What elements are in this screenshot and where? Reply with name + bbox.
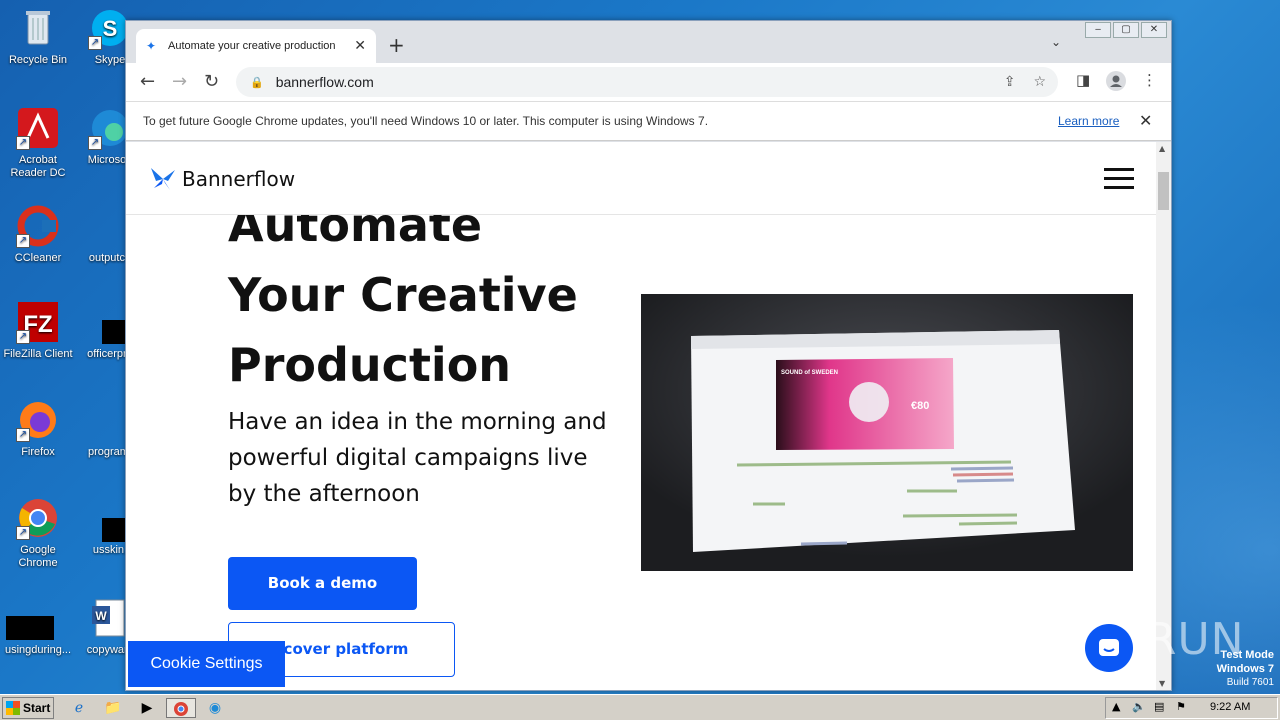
shortcut-arrow-icon: ↗ (16, 330, 30, 344)
hero-subtext: Have an idea in the morning and powerful… (228, 409, 607, 507)
back-arrow-icon[interactable]: ← (140, 71, 155, 92)
test-mode-label: Test Mode Windows 7 Build 7601 (1217, 648, 1274, 690)
infobar-close-icon[interactable]: ✕ (1139, 111, 1152, 131)
forward-arrow-icon[interactable]: → (172, 71, 187, 92)
desktop-icon-label: Skype (94, 54, 126, 66)
start-label: Start (23, 701, 51, 715)
headline-line-3: Production (228, 338, 512, 392)
desktop-icon-label: usingduring... (4, 644, 72, 656)
product-screenshot-image: SOUND of SWEDEN €80 (641, 294, 1133, 571)
firefox-icon: ↗ (16, 398, 60, 442)
shortcut-arrow-icon: ↗ (88, 36, 102, 50)
desktop-icon-usingduring[interactable]: usingduring... (0, 596, 76, 657)
tab-close-icon[interactable]: ✕ (354, 38, 366, 54)
brand-name: Bannerflow (182, 167, 296, 191)
file-explorer-icon[interactable]: 📁 (102, 698, 124, 718)
os-text: Windows 7 (1216, 663, 1274, 675)
banner-price-text: €80 (911, 400, 929, 412)
anyrun-watermark: ANY RUN (1038, 614, 1245, 665)
start-button[interactable]: Start (2, 697, 54, 719)
desktop-icon-chrome[interactable]: ↗ Google Chrome (0, 496, 76, 570)
tab-search-chevron-icon[interactable]: ⌄ (1051, 35, 1061, 49)
desktop-icon-filezilla[interactable]: FZ ↗ FileZilla Client (0, 300, 76, 361)
build-text: Build 7601 (1226, 677, 1274, 688)
windows-logo-icon (6, 701, 20, 715)
bannerflow-logo[interactable]: Bannerflow (148, 164, 295, 194)
network-icon[interactable]: ▤ (1154, 700, 1164, 713)
bannerflow-favicon-icon: ✦ (146, 39, 157, 53)
bookmark-star-icon[interactable]: ☆ (1033, 74, 1046, 90)
scroll-up-arrow-icon[interactable]: ▲ (1159, 144, 1165, 153)
acrobat-icon: ↗ (16, 106, 60, 150)
shortcut-arrow-icon: ↗ (16, 136, 30, 150)
internet-explorer-icon[interactable]: ℯ (68, 698, 90, 718)
ccleaner-icon: ↗ (16, 204, 60, 248)
hero-headline: Automate Your Creative Production (228, 190, 678, 400)
minimize-button[interactable]: ‒ (1085, 22, 1111, 38)
scroll-down-arrow-icon[interactable]: ▼ (1159, 679, 1165, 688)
filezilla-icon: FZ ↗ (16, 300, 60, 344)
chrome-taskbar-icon[interactable] (166, 698, 196, 718)
desktop-icon-label: Recycle Bin (8, 54, 68, 66)
page-scrollbar[interactable]: ▲ ▼ (1156, 142, 1171, 690)
desktop-icon-firefox[interactable]: ↗ Firefox (0, 398, 76, 459)
desktop-icon-label: FileZilla Client (3, 348, 73, 360)
file-icon (6, 596, 60, 640)
svg-text:S: S (103, 16, 118, 41)
scrollbar-thumb[interactable] (1158, 172, 1169, 210)
hamburger-menu-icon[interactable] (1104, 168, 1134, 195)
svg-text:W: W (95, 609, 107, 623)
side-panel-icon[interactable]: ◨ (1076, 71, 1090, 89)
browser-toolbar: ← → ↻ 🔒 bannerflow.com ⇪ ☆ ◨ ⋮ (126, 63, 1171, 101)
infobar-message: To get future Google Chrome updates, you… (143, 114, 709, 128)
learn-more-link[interactable]: Learn more (1058, 114, 1119, 128)
system-tray: ▲ 🔈 ▤ ⚑ 9:22 AM (1105, 697, 1278, 719)
tab-active[interactable]: ✦ Automate your creative production ✕ (136, 29, 376, 63)
maximize-button[interactable]: ▢ (1113, 22, 1139, 38)
desktop-icon-label: Google Chrome (18, 544, 58, 569)
taskbar: Start ℯ 📁 ▶ ◉ ▲ 🔈 ▤ ⚑ 9:22 AM (0, 694, 1280, 720)
banner-brand-text: SOUND of SWEDEN (781, 370, 838, 376)
menu-kebab-icon[interactable]: ⋮ (1142, 71, 1157, 89)
desktop-icon-label: Firefox (21, 446, 55, 458)
clock[interactable]: 9:22 AM (1210, 701, 1250, 713)
chat-widget-icon[interactable] (1085, 624, 1133, 672)
desktop-icon-label: Acrobat Reader DC (10, 154, 66, 179)
media-player-icon[interactable]: ▶ (136, 698, 158, 718)
recycle-bin-icon (16, 6, 60, 50)
action-center-flag-icon[interactable]: ⚑ (1176, 700, 1186, 713)
desktop-icon-label: CCleaner (14, 252, 62, 264)
chrome-window: ‒ ▢ ✕ ✦ Automate your creative productio… (125, 20, 1172, 691)
test-mode-text: Test Mode (1220, 649, 1274, 661)
shortcut-arrow-icon: ↗ (16, 526, 30, 540)
lock-icon: 🔒 (250, 75, 264, 89)
book-demo-button[interactable]: Book a demo (228, 557, 417, 610)
shortcut-arrow-icon: ↗ (88, 136, 102, 150)
new-tab-button[interactable]: + (388, 33, 405, 57)
site-header: Bannerflow (126, 142, 1156, 215)
address-bar[interactable]: 🔒 bannerflow.com ⇪ ☆ (236, 67, 1058, 97)
close-window-button[interactable]: ✕ (1141, 22, 1167, 38)
edge-taskbar-icon[interactable]: ◉ (204, 698, 226, 718)
shortcut-arrow-icon: ↗ (16, 428, 30, 442)
desktop-icon-recycle-bin[interactable]: Recycle Bin (0, 6, 76, 67)
tray-expand-icon[interactable]: ▲ (1112, 700, 1120, 713)
butterfly-logo-icon (151, 168, 175, 190)
update-infobar: To get future Google Chrome updates, you… (126, 101, 1171, 141)
volume-icon[interactable]: 🔈 (1132, 700, 1146, 713)
cookie-settings-button[interactable]: Cookie Settings (128, 641, 285, 687)
shortcut-arrow-icon: ↗ (16, 234, 30, 248)
url-text[interactable]: bannerflow.com (276, 74, 374, 90)
chrome-icon: ↗ (16, 496, 60, 540)
desktop-icon-acrobat[interactable]: ↗ Acrobat Reader DC (0, 106, 76, 180)
web-page: Automate Your Creative Production Banner… (126, 142, 1156, 690)
desktop-icon-label: usskin. (92, 544, 128, 556)
reload-icon[interactable]: ↻ (204, 71, 219, 92)
share-icon[interactable]: ⇪ (1004, 74, 1016, 90)
desktop-icon-ccleaner[interactable]: ↗ CCleaner (0, 204, 76, 265)
headline-line-2: Your Creative (228, 268, 578, 322)
tab-title: Automate your creative production (168, 40, 336, 52)
window-controls: ‒ ▢ ✕ (1083, 22, 1167, 38)
profile-avatar-icon[interactable] (1106, 71, 1126, 95)
